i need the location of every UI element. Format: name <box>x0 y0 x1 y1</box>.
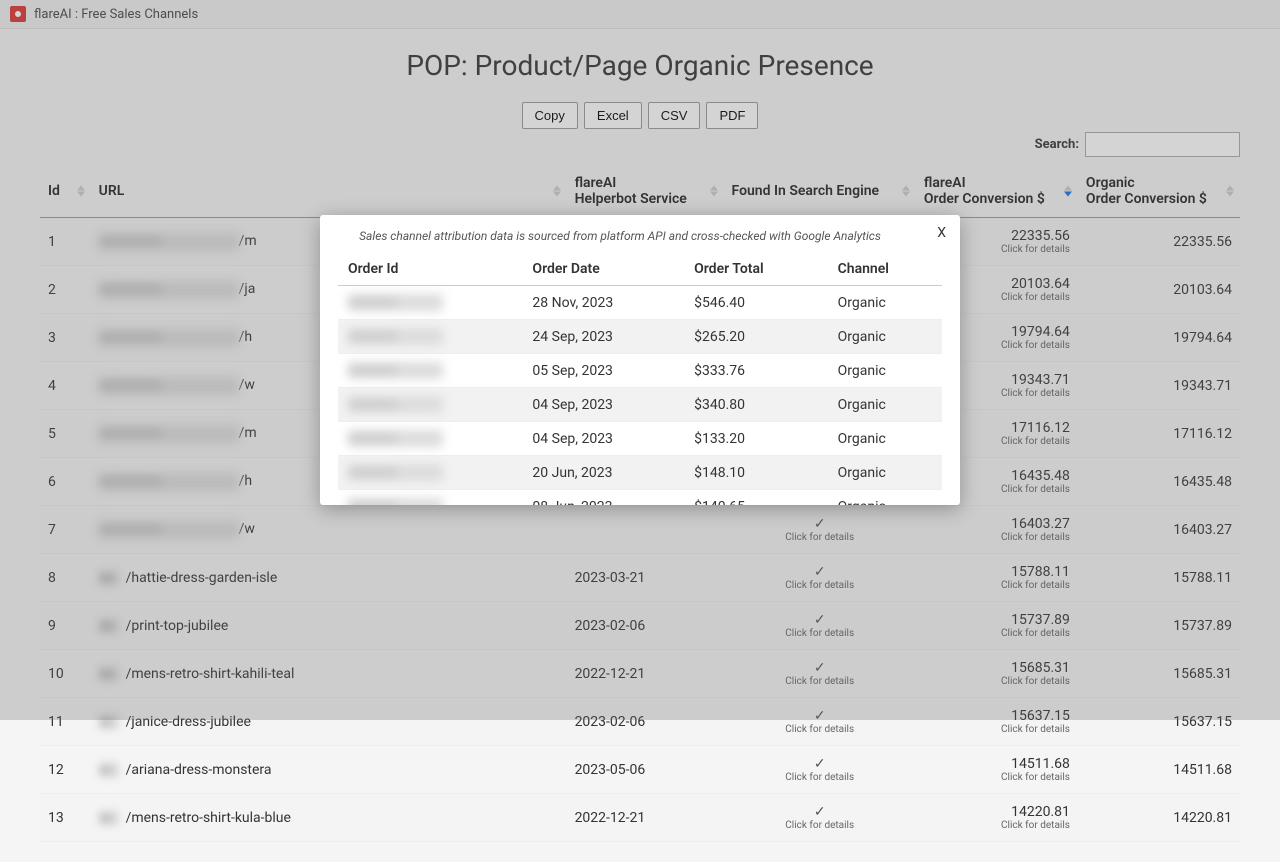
mcell-date: 04 Sep, 2023 <box>522 388 684 422</box>
modal-row: xxxxxxx05 Sep, 2023$333.76Organic <box>338 354 942 388</box>
modal-row: xxxxxxx04 Sep, 2023$133.20Organic <box>338 422 942 456</box>
mcell-date: 08 Jun, 2023 <box>522 490 684 506</box>
mcell-total: $148.10 <box>684 456 828 490</box>
mcell-date: 04 Sep, 2023 <box>522 422 684 456</box>
modal-close-button[interactable]: X <box>937 225 946 241</box>
mcol-ordertotal: Order Total <box>684 253 828 286</box>
mcell-total: $133.20 <box>684 422 828 456</box>
cell-found[interactable]: ✓Click for details <box>724 794 916 842</box>
mcell-date: 05 Sep, 2023 <box>522 354 684 388</box>
cell-flareconv[interactable]: 14511.68Click for details <box>916 746 1078 794</box>
cell-service: 2022-12-21 <box>567 794 724 842</box>
mcell-date: 28 Nov, 2023 <box>522 286 684 320</box>
check-icon: ✓ <box>732 804 908 820</box>
cell-orgconv: 14220.81 <box>1078 794 1240 842</box>
mcol-orderdate: Order Date <box>522 253 684 286</box>
modal-row: xxxxxxx04 Sep, 2023$340.80Organic <box>338 388 942 422</box>
check-icon: ✓ <box>732 756 908 772</box>
mcell-total: $340.80 <box>684 388 828 422</box>
mcell-total: $265.20 <box>684 320 828 354</box>
mcell-total: $140.65 <box>684 490 828 506</box>
mcell-total: $333.76 <box>684 354 828 388</box>
cell-flareconv[interactable]: 14220.81Click for details <box>916 794 1078 842</box>
click-details: Click for details <box>732 724 908 735</box>
modal-row: xxxxxxx08 Jun, 2023$140.65Organic <box>338 490 942 506</box>
modal-overlay[interactable]: X Sales channel attribution data is sour… <box>0 0 1280 720</box>
mcell-orderid: xxxxxxx <box>338 354 522 388</box>
mcell-channel: Organic <box>828 354 942 388</box>
mcell-channel: Organic <box>828 490 942 506</box>
cell-id: 12 <box>40 746 91 794</box>
mcell-orderid: xxxxxxx <box>338 286 522 320</box>
mcell-channel: Organic <box>828 422 942 456</box>
mcell-channel: Organic <box>828 286 942 320</box>
click-details: Click for details <box>924 820 1070 831</box>
mcol-orderid: Order Id <box>338 253 522 286</box>
order-details-modal: X Sales channel attribution data is sour… <box>320 215 960 505</box>
cell-id: 13 <box>40 794 91 842</box>
mcol-channel: Channel <box>828 253 942 286</box>
modal-subtitle: Sales channel attribution data is source… <box>338 229 942 243</box>
mcell-total: $546.40 <box>684 286 828 320</box>
modal-row: xxxxxxx24 Sep, 2023$265.20Organic <box>338 320 942 354</box>
mcell-channel: Organic <box>828 456 942 490</box>
mcell-orderid: xxxxxxx <box>338 422 522 456</box>
table-row: 12xx /ariana-dress-monstera2023-05-06✓Cl… <box>40 746 1240 794</box>
modal-row: xxxxxxx28 Nov, 2023$546.40Organic <box>338 286 942 320</box>
cell-url: xx /mens-retro-shirt-kula-blue <box>91 794 567 842</box>
click-details: Click for details <box>924 772 1070 783</box>
mcell-date: 24 Sep, 2023 <box>522 320 684 354</box>
modal-table-wrap[interactable]: Order Id Order Date Order Total Channel … <box>338 253 942 505</box>
table-row: 13xx /mens-retro-shirt-kula-blue2022-12-… <box>40 794 1240 842</box>
cell-orgconv: 14511.68 <box>1078 746 1240 794</box>
modal-table: Order Id Order Date Order Total Channel … <box>338 253 942 505</box>
click-details: Click for details <box>732 820 908 831</box>
mcell-channel: Organic <box>828 388 942 422</box>
click-details: Click for details <box>924 724 1070 735</box>
modal-row: xxxxxxx20 Jun, 2023$148.10Organic <box>338 456 942 490</box>
cell-url: xx /ariana-dress-monstera <box>91 746 567 794</box>
mcell-channel: Organic <box>828 320 942 354</box>
mcell-date: 20 Jun, 2023 <box>522 456 684 490</box>
click-details: Click for details <box>732 772 908 783</box>
cell-service: 2023-05-06 <box>567 746 724 794</box>
mcell-orderid: xxxxxxx <box>338 320 522 354</box>
mcell-orderid: xxxxxxx <box>338 388 522 422</box>
mcell-orderid: xxxxxxx <box>338 456 522 490</box>
mcell-orderid: xxxxxxx <box>338 490 522 506</box>
cell-found[interactable]: ✓Click for details <box>724 746 916 794</box>
